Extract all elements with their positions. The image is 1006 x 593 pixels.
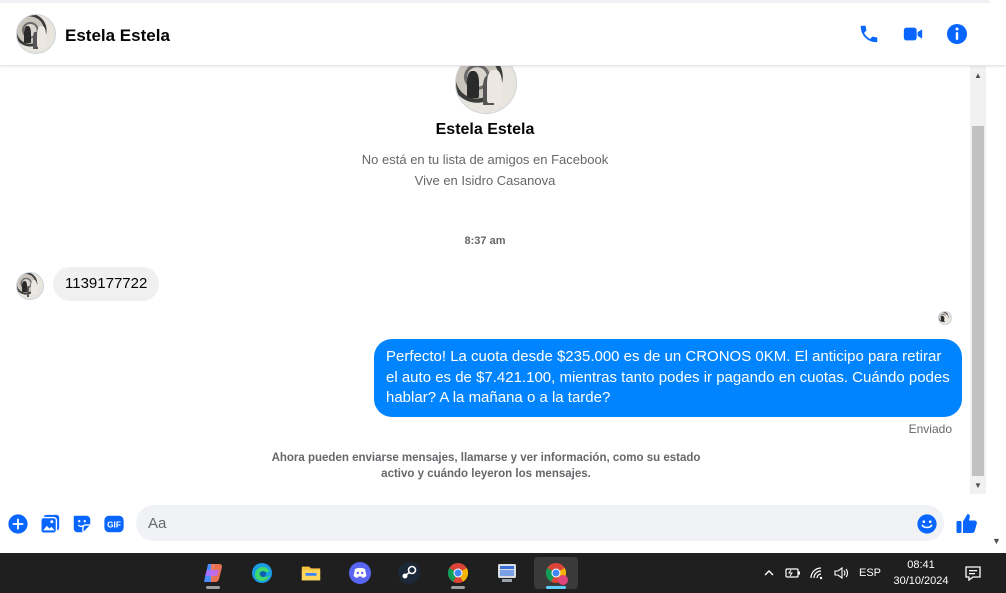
taskbar-desktop-app[interactable] <box>485 557 529 589</box>
battery-tray-button[interactable] <box>784 553 802 593</box>
gif-icon: GIF <box>104 515 124 533</box>
wifi-icon <box>810 567 823 580</box>
windows-taskbar: ESP 08:41 30/10/2024 <box>0 553 1006 593</box>
message-status: Enviado <box>908 422 952 436</box>
speaker-icon <box>834 566 849 580</box>
profile-name[interactable]: Estela Estela <box>0 121 970 139</box>
taskbar-chrome-profile-2[interactable] <box>534 557 578 589</box>
taskbar-copilot[interactable] <box>191 557 235 589</box>
plus-circle-icon <box>8 514 28 534</box>
video-call-button[interactable] <box>900 21 926 47</box>
steam-icon <box>398 562 420 584</box>
clock-date: 30/10/2024 <box>893 575 949 587</box>
taskbar-discord[interactable] <box>338 557 382 589</box>
battery-plug-icon <box>785 568 800 578</box>
folder-icon <box>301 566 321 581</box>
volume-tray-button[interactable] <box>831 553 851 593</box>
monitor-app-icon <box>498 564 516 582</box>
profile-friend-status: No está en tu lista de amigos en Faceboo… <box>361 152 609 167</box>
incoming-message-bubble[interactable]: 1139177722 <box>53 267 160 301</box>
message-list[interactable]: Estela Estela No está en tu lista de ami… <box>0 66 970 496</box>
edge-browser-icon <box>252 563 272 583</box>
svg-text:GIF: GIF <box>107 521 121 530</box>
taskbar-file-explorer[interactable] <box>289 557 333 589</box>
more-actions-button[interactable] <box>7 513 29 535</box>
sender-avatar[interactable] <box>16 272 44 300</box>
messenger-window: Estela Estela Estela Estela No está en t… <box>0 0 1006 553</box>
network-tray-button[interactable] <box>808 553 826 593</box>
connection-notice: Ahora pueden enviarse mensajes, llamarse… <box>271 452 701 480</box>
scroll-up-arrow-icon[interactable]: ▲ <box>970 68 986 82</box>
notification-center-button[interactable] <box>962 553 984 593</box>
scroll-corner-arrow-icon: ▼ <box>992 536 1001 546</box>
seen-indicator-avatar <box>938 311 952 325</box>
taskbar-steam[interactable] <box>387 557 431 589</box>
chrome-icon <box>447 563 469 583</box>
taskbar-edge[interactable] <box>240 557 284 589</box>
attach-photo-button[interactable] <box>39 513 61 535</box>
taskbar-indicator <box>451 586 465 589</box>
gif-button[interactable]: GIF <box>103 513 125 535</box>
taskbar-chrome-profile-1[interactable] <box>436 557 480 589</box>
notification-icon <box>965 566 981 581</box>
video-camera-icon <box>903 27 923 41</box>
info-icon <box>947 24 967 44</box>
emoji-button[interactable] <box>916 513 938 535</box>
send-like-button[interactable] <box>955 511 979 535</box>
outgoing-message-bubble[interactable]: Perfecto! La cuota desde $235.000 es de … <box>374 339 962 417</box>
chevron-up-icon <box>764 570 774 576</box>
message-input[interactable] <box>136 505 944 541</box>
profile-avatar[interactable] <box>455 66 517 114</box>
profile-location: Vive en Isidro Casanova <box>414 173 556 188</box>
chrome-icon <box>545 563 568 585</box>
sticker-icon <box>73 515 91 533</box>
copilot-icon <box>204 564 222 582</box>
conversation-info-button[interactable] <box>944 21 970 47</box>
message-scrollbar[interactable]: ▲ ▼ <box>970 66 986 494</box>
sticker-button[interactable] <box>71 513 93 535</box>
image-gallery-icon <box>40 514 60 534</box>
discord-icon <box>349 562 371 584</box>
thumbs-up-icon <box>956 514 977 533</box>
taskbar-indicator <box>546 586 566 589</box>
contact-name[interactable]: Estela Estela <box>65 26 170 46</box>
message-timestamp: 8:37 am <box>464 235 506 247</box>
scrollbar-thumb[interactable] <box>972 126 984 476</box>
message-composer: GIF <box>0 497 1006 549</box>
audio-call-button[interactable] <box>856 21 882 47</box>
scroll-down-arrow-icon[interactable]: ▼ <box>970 478 986 492</box>
clock-time: 08:41 <box>907 559 935 571</box>
contact-avatar[interactable] <box>16 14 56 54</box>
smiley-icon <box>917 514 937 534</box>
chat-header: Estela Estela <box>0 3 1006 66</box>
phone-icon <box>860 25 878 43</box>
system-clock[interactable]: 08:41 30/10/2024 <box>880 557 962 589</box>
show-hidden-icons-button[interactable] <box>760 553 778 593</box>
taskbar-indicator <box>206 586 220 589</box>
